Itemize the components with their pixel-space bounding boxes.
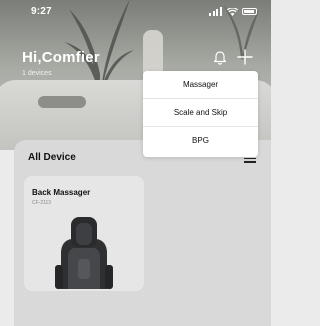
wifi-icon bbox=[227, 7, 238, 16]
device-name: Back Massager bbox=[32, 188, 91, 197]
device-count: 1 devices bbox=[22, 70, 52, 77]
status-time: 9:27 bbox=[31, 6, 52, 17]
device-card[interactable]: Back Massager CF-2113 bbox=[24, 176, 144, 291]
panel-title: All Device bbox=[28, 152, 76, 163]
menu-item-bpg[interactable]: BPG bbox=[143, 127, 258, 155]
greeting-title: Hi,Comfier bbox=[22, 49, 100, 66]
signal-icon bbox=[209, 7, 223, 16]
table-decoration bbox=[38, 96, 86, 108]
status-icons bbox=[209, 7, 257, 16]
bell-icon[interactable] bbox=[213, 49, 227, 65]
back-massager-image bbox=[55, 217, 113, 289]
battery-icon bbox=[242, 8, 257, 15]
menu-item-massager[interactable]: Massager bbox=[143, 71, 258, 99]
menu-item-scale-and-skip[interactable]: Scale and Skip bbox=[143, 99, 258, 127]
status-bar: 9:27 bbox=[0, 0, 271, 24]
add-device-menu: Massager Scale and Skip BPG bbox=[143, 71, 258, 157]
devices-panel: All Device Back Massager CF-2113 bbox=[14, 140, 271, 326]
plus-icon[interactable] bbox=[236, 48, 254, 66]
device-model: CF-2113 bbox=[32, 200, 52, 206]
